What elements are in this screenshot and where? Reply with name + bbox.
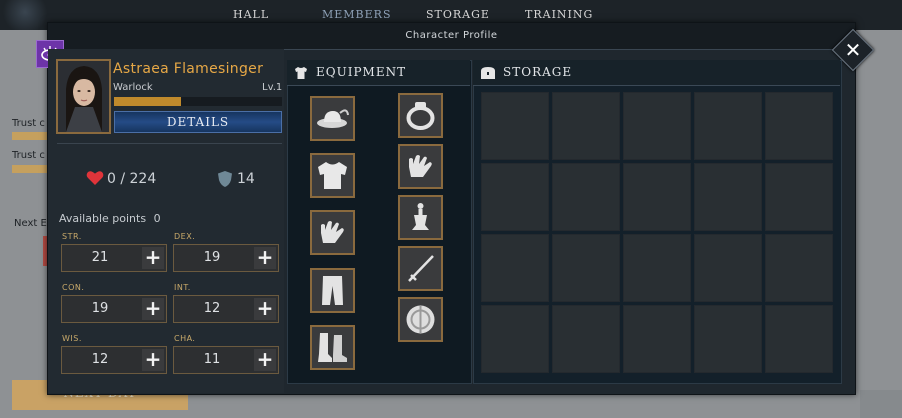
character-portrait (56, 59, 111, 134)
storage-slot[interactable] (623, 92, 691, 160)
gloves-icon (409, 155, 432, 177)
stat-value: 11 (203, 352, 221, 367)
storage-grid (481, 92, 833, 378)
shield-icon (406, 305, 435, 334)
tab-hall[interactable]: HALL (233, 8, 269, 21)
hp-value: 0 / 224 (107, 171, 157, 187)
background-panel (860, 390, 902, 418)
details-button[interactable]: DETAILS (114, 111, 282, 133)
storage-slot[interactable] (552, 92, 620, 160)
stat-label-cha: CHA. (174, 334, 196, 343)
available-points-value: 0 (153, 212, 161, 225)
storage-slot[interactable] (552, 163, 620, 231)
storage-slot[interactable] (623, 234, 691, 302)
stat-value: 12 (91, 352, 109, 367)
storage-slot[interactable] (481, 163, 549, 231)
divider (57, 143, 282, 144)
heart-icon (86, 170, 104, 190)
equipment-slot-feet[interactable] (310, 325, 355, 370)
boots-icon (318, 333, 347, 362)
equipment-slot-ring[interactable] (398, 93, 443, 138)
stat-label-str: STR. (62, 232, 82, 241)
storage-slot[interactable] (481, 92, 549, 160)
equipment-slot-offhand[interactable] (398, 297, 443, 342)
storage-slot[interactable] (694, 163, 762, 231)
close-icon: ✕ (844, 38, 862, 62)
available-points: Available points 0 (59, 212, 161, 225)
stat-value: 19 (91, 301, 109, 316)
storage-slot[interactable] (552, 234, 620, 302)
trust-label: Trust c (12, 150, 45, 161)
defense-value: 14 (237, 171, 255, 187)
storage-title: STORAGE (503, 65, 573, 79)
storage-slot[interactable] (765, 163, 833, 231)
storage-slot[interactable] (481, 234, 549, 302)
shirt-icon (318, 162, 347, 189)
stat-label-wis: WIS. (62, 334, 82, 343)
hat-icon (317, 109, 349, 128)
storage-slot[interactable] (765, 234, 833, 302)
stat-label-con: CON. (62, 283, 85, 292)
increase-cha-button[interactable]: + (254, 349, 276, 371)
increase-wis-button[interactable]: + (142, 349, 164, 371)
storage-slot[interactable] (694, 234, 762, 302)
equipment-slot-weapon[interactable] (398, 246, 443, 291)
stat-int: 12 + (173, 295, 279, 323)
gloves-icon (321, 221, 344, 243)
tab-training[interactable]: TRAINING (525, 8, 593, 21)
increase-dex-button[interactable]: + (254, 247, 276, 269)
tab-storage[interactable]: STORAGE (426, 8, 490, 21)
character-name: Astraea Flamesinger (113, 61, 264, 77)
stat-value: 12 (203, 301, 221, 316)
equipment-slot-neck[interactable] (398, 195, 443, 240)
shield-icon (217, 170, 233, 192)
stat-label-dex: DEX. (174, 232, 196, 241)
trust-label: Trust c (12, 118, 45, 129)
character-level: Lv.1 (262, 82, 283, 93)
stat-con: 19 + (61, 295, 167, 323)
increase-str-button[interactable]: + (142, 247, 164, 269)
storage-slot[interactable] (694, 305, 762, 373)
equipment-slot-hands[interactable] (310, 210, 355, 255)
storage-slot[interactable] (694, 92, 762, 160)
modal-title: Character Profile (48, 23, 855, 50)
sword-icon (408, 255, 434, 282)
stat-dex: 19 + (173, 244, 279, 272)
storage-slot[interactable] (623, 305, 691, 373)
shirt-icon (294, 65, 308, 84)
stat-wis: 12 + (61, 346, 167, 374)
storage-slot[interactable] (623, 163, 691, 231)
equipment-slot-head[interactable] (310, 96, 355, 141)
xp-bar (114, 97, 282, 106)
amulet-icon (412, 203, 429, 230)
stat-str: 21 + (61, 244, 167, 272)
storage-slot[interactable] (481, 305, 549, 373)
equipment-slot-legs[interactable] (310, 268, 355, 313)
equipment-slot-chest[interactable] (310, 153, 355, 198)
xp-bar-fill (114, 97, 182, 106)
storage-slot[interactable] (552, 305, 620, 373)
storage-slot[interactable] (765, 305, 833, 373)
stat-value: 19 (203, 250, 221, 265)
stat-value: 21 (91, 250, 109, 265)
pants-icon (322, 276, 343, 305)
stat-cha: 11 + (173, 346, 279, 374)
increase-con-button[interactable]: + (142, 298, 164, 320)
character-class: Warlock (113, 82, 153, 93)
increase-int-button[interactable]: + (254, 298, 276, 320)
next-label: Next E (14, 218, 47, 229)
tab-members[interactable]: MEMBERS (322, 8, 392, 21)
storage-slot[interactable] (765, 92, 833, 160)
equipment-title: EQUIPMENT (316, 65, 407, 79)
stat-label-int: INT. (174, 283, 191, 292)
chest-icon (480, 65, 496, 84)
equipment-slot-gloves[interactable] (398, 144, 443, 189)
ring-icon (406, 102, 435, 130)
available-points-label: Available points (59, 212, 147, 225)
